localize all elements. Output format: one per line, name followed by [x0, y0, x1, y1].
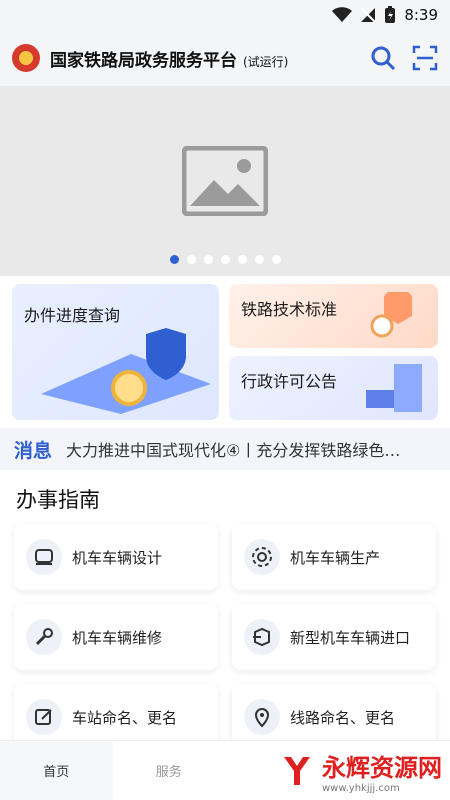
carousel-dot[interactable] — [271, 255, 281, 264]
time-text: 8:39 — [404, 6, 438, 24]
bottom-tabbar: 首页 服务 永辉资源网 www.yhkjjj.com — [0, 740, 450, 800]
carousel-dot[interactable] — [186, 255, 196, 264]
standard-illustration-icon — [370, 292, 412, 338]
carousel-dot[interactable] — [220, 255, 230, 264]
guide-grid: 机车车辆设计 机车车辆生产 机车车辆维修 新型机车车辆进口 车站命名、更名 线路… — [0, 524, 450, 750]
guide-section-title: 办事指南 — [16, 488, 100, 512]
image-placeholder-icon — [182, 146, 268, 216]
carousel-dot[interactable] — [169, 255, 179, 264]
watermark-logo-icon — [284, 757, 310, 785]
carousel-dot[interactable] — [237, 255, 247, 264]
watermark: 永辉资源网 www.yhkjjj.com — [280, 748, 442, 794]
edit-icon — [35, 709, 52, 725]
location-pin-icon — [254, 708, 270, 728]
railway-standard-card[interactable]: 铁路技术标准 — [229, 284, 438, 348]
guide-item-import[interactable]: 新型机车车辆进口 — [232, 604, 436, 670]
tab-home[interactable]: 首页 — [0, 741, 113, 800]
guide-item-production[interactable]: 机车车辆生产 — [232, 524, 436, 590]
signal-icon — [360, 7, 377, 23]
train-icon — [35, 549, 53, 565]
progress-query-card[interactable]: 办件进度查询 — [12, 284, 219, 420]
progress-query-illustration-icon — [41, 328, 211, 414]
carousel-dots — [0, 255, 450, 264]
guide-item-maintenance[interactable]: 机车车辆维修 — [14, 604, 218, 670]
gear-icon — [252, 547, 272, 567]
news-ticker[interactable]: 消息 大力推进中国式现代化④丨充分发挥铁路绿色… — [0, 428, 450, 470]
news-headline[interactable]: 大力推进中国式现代化④丨充分发挥铁路绿色… — [66, 437, 400, 461]
carousel-dot[interactable] — [254, 255, 264, 264]
wrench-icon — [35, 628, 53, 646]
page-title: 国家铁路局政务服务平台 (试运行) — [50, 50, 289, 71]
package-import-icon — [253, 627, 270, 647]
building-illustration-icon — [366, 364, 422, 412]
search-icon[interactable] — [370, 45, 396, 71]
carousel-dot[interactable] — [203, 255, 213, 264]
banner-carousel[interactable] — [0, 86, 450, 276]
app-header: 国家铁路局政务服务平台 (试运行) — [0, 30, 450, 86]
status-bar: 8:39 — [0, 0, 450, 30]
emblem-logo — [12, 44, 40, 72]
scan-icon[interactable] — [412, 45, 438, 71]
wifi-icon — [332, 7, 353, 22]
admin-license-notice-card[interactable]: 行政许可公告 — [229, 356, 438, 420]
trial-badge: (试运行) — [243, 54, 289, 69]
guide-item-design[interactable]: 机车车辆设计 — [14, 524, 218, 590]
tab-service[interactable]: 服务 — [113, 741, 226, 800]
news-tag: 消息 — [14, 439, 53, 462]
battery-icon — [385, 6, 396, 23]
